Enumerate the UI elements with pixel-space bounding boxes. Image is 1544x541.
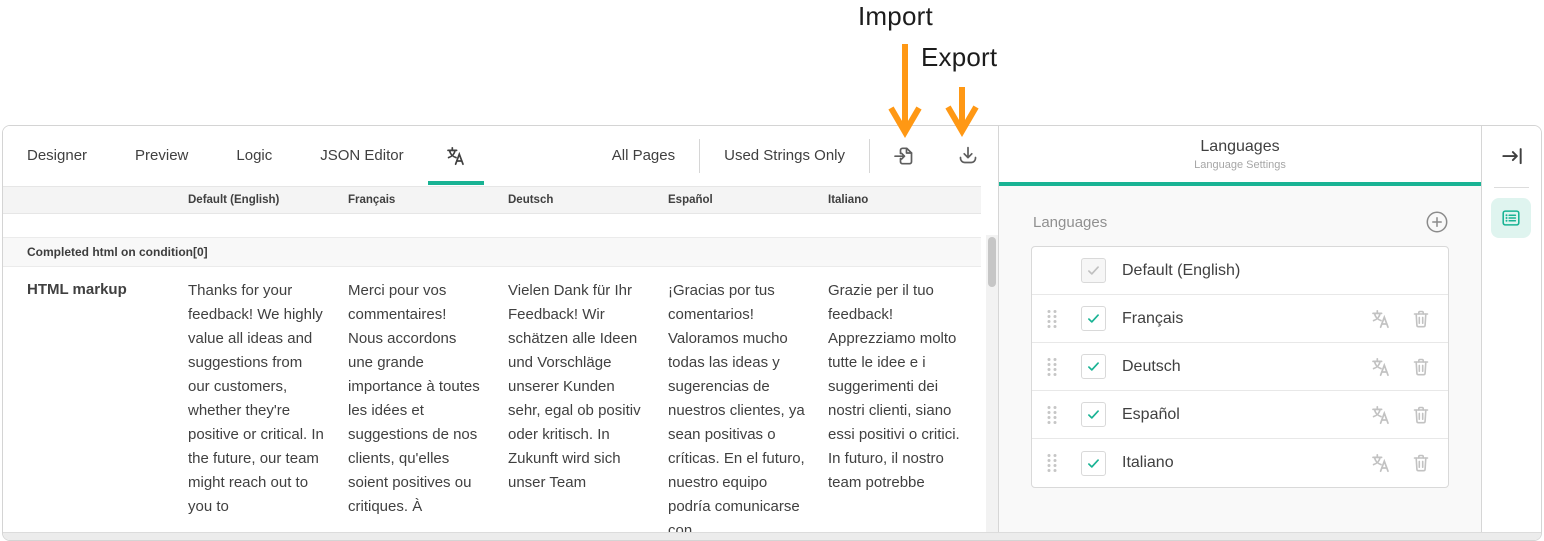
panel-title: Languages: [1200, 137, 1280, 155]
check-icon: [1088, 458, 1099, 468]
panel-header: Languages Language Settings: [999, 126, 1481, 182]
add-language-button[interactable]: [1425, 210, 1449, 234]
tab-designer[interactable]: Designer: [3, 126, 111, 185]
edit-translation-icon[interactable]: [1369, 403, 1393, 427]
string-row-label: HTML markup: [27, 281, 127, 298]
table-section-header: Completed html on condition[0]: [3, 237, 981, 267]
column-header-espanol: Español: [668, 194, 713, 206]
column-header-italiano: Italiano: [828, 194, 869, 206]
language-label: Español: [1122, 405, 1180, 423]
languages-panel: Languages Language Settings Languages De…: [999, 126, 1481, 540]
horizontal-scrollbar[interactable]: [3, 532, 1541, 540]
delete-language-icon[interactable]: [1409, 403, 1433, 427]
delete-language-icon[interactable]: [1409, 307, 1433, 331]
export-annotation-label: Export: [921, 42, 998, 72]
delete-language-icon[interactable]: [1409, 355, 1433, 379]
check-icon: [1088, 314, 1099, 323]
property-grid-icon: [1502, 210, 1520, 226]
download-icon: [959, 146, 977, 163]
tab-json-editor[interactable]: JSON Editor: [296, 126, 427, 185]
languages-section-label: Languages: [1033, 213, 1108, 231]
column-header-default: Default (English): [188, 194, 280, 206]
check-icon: [1088, 266, 1099, 275]
check-icon: [1088, 410, 1099, 419]
sidebar-toolbar: [1482, 126, 1541, 540]
panel-subtitle: Language Settings: [1194, 158, 1286, 171]
checkbox-default-english: [1081, 258, 1106, 283]
checkbox-espanol[interactable]: [1081, 402, 1106, 427]
import-annotation-label: Import: [858, 1, 933, 31]
language-label: Italiano: [1122, 454, 1174, 471]
header-spacer: [3, 187, 180, 213]
list-item-default-english: Default (English): [1032, 247, 1448, 295]
translation-screen: Import Export Designer Preview Logic JSO…: [0, 0, 1544, 541]
import-icon: [894, 146, 913, 165]
translation-tab-content: Designer Preview Logic JSON Editor All P…: [3, 126, 998, 540]
translation-table-header: Default (English) Français Deutsch Españ…: [3, 186, 981, 214]
translation-cell-default[interactable]: Thanks for your feedback! We highly valu…: [180, 267, 340, 540]
column-header-deutsch: Deutsch: [508, 194, 554, 206]
translate-icon: [446, 146, 464, 165]
creator-tab-bar: Designer Preview Logic JSON Editor All P…: [3, 126, 998, 185]
checkbox-francais[interactable]: [1081, 306, 1106, 331]
strings-filter-dropdown[interactable]: Used Strings Only: [700, 126, 869, 185]
list-item-espanol: Español: [1032, 391, 1448, 439]
translation-cell-francais[interactable]: Merci pour vos commentaires! Nous accord…: [340, 267, 500, 540]
table-scrollbar-thumb[interactable]: [988, 237, 996, 287]
edit-translation-icon[interactable]: [1369, 355, 1393, 379]
edit-translation-icon[interactable]: [1369, 451, 1393, 475]
collapse-panel-button[interactable]: [1499, 142, 1525, 168]
translation-cell-deutsch[interactable]: Vielen Dank für Ihr Feedback! Wir schätz…: [500, 267, 660, 540]
column-header-francais: Français: [348, 194, 396, 206]
property-grid-button[interactable]: [1491, 198, 1531, 238]
drag-handle-icon[interactable]: [1046, 357, 1058, 377]
export-annotation-arrow: [945, 87, 979, 137]
list-item-italiano: Italiano: [1032, 439, 1448, 487]
panel-accent-bar: [999, 182, 1481, 186]
tab-logic[interactable]: Logic: [212, 126, 296, 185]
drag-handle-icon[interactable]: [1046, 405, 1058, 425]
language-label: Français: [1122, 309, 1184, 327]
drag-handle-icon[interactable]: [1046, 453, 1058, 473]
list-item-francais: Français: [1032, 295, 1448, 343]
language-label: Default (English): [1122, 261, 1241, 279]
check-icon: [1088, 362, 1099, 371]
translation-cell-italiano[interactable]: Grazie per il tuo feedback! Apprezziamo …: [820, 267, 980, 540]
table-row: HTML markup Thanks for your feedback! We…: [3, 267, 981, 540]
strip-separator: [1494, 187, 1529, 188]
import-annotation-arrow: [888, 44, 922, 138]
language-list: Default (English) Français Deutsch Españ…: [1031, 246, 1449, 488]
survey-creator-window: Designer Preview Logic JSON Editor All P…: [2, 125, 1542, 541]
translation-cell-espanol[interactable]: ¡Gracias por tus comentarios! Valoramos …: [660, 267, 820, 540]
edit-translation-icon[interactable]: [1369, 307, 1393, 331]
checkbox-deutsch[interactable]: [1081, 354, 1106, 379]
delete-language-icon[interactable]: [1409, 451, 1433, 475]
drag-handle-icon[interactable]: [1046, 309, 1058, 329]
list-item-deutsch: Deutsch: [1032, 343, 1448, 391]
checkbox-italiano[interactable]: [1081, 450, 1106, 476]
tab-translation[interactable]: [427, 126, 484, 185]
table-scrollbar[interactable]: [986, 235, 998, 532]
pages-filter-dropdown[interactable]: All Pages: [588, 126, 699, 185]
tab-preview[interactable]: Preview: [111, 126, 212, 185]
language-label: Deutsch: [1122, 357, 1181, 375]
languages-section-header: Languages: [1033, 210, 1449, 234]
